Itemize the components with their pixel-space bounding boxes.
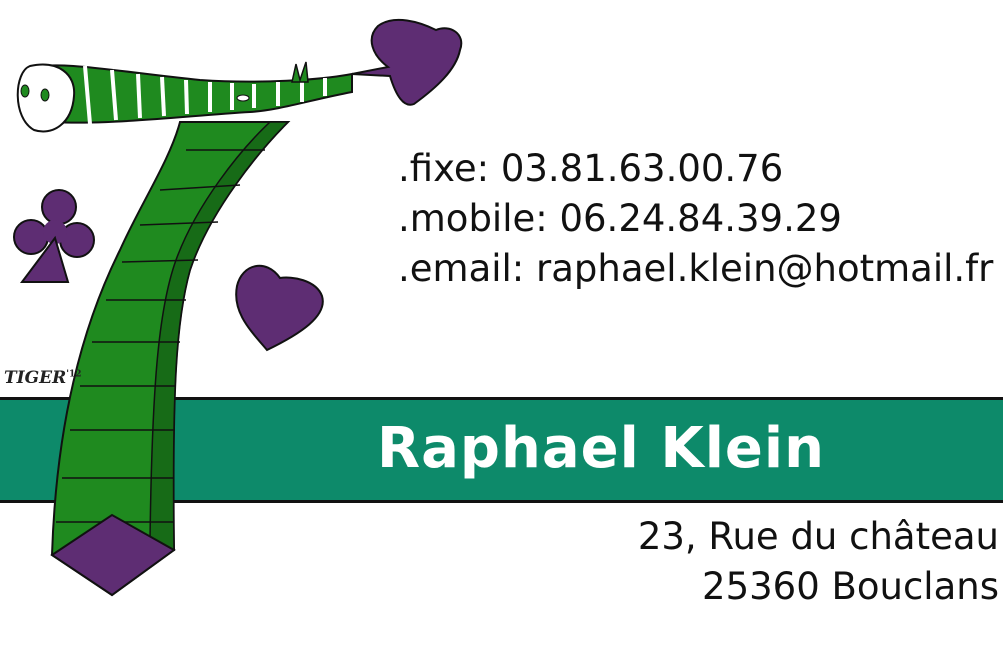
- signature-text: TIGER: [4, 368, 67, 388]
- club-icon: [13, 189, 95, 283]
- spade-icon: [351, 18, 463, 106]
- signature-year: '12: [66, 369, 82, 380]
- person-name: Raphael Klein: [377, 416, 825, 481]
- email: .email: raphael.klein@hotmail.fr: [398, 247, 994, 290]
- phone-fixed: .fixe: 03.81.63.00.76: [398, 147, 784, 190]
- phone-mobile: .mobile: 06.24.84.39.29: [398, 197, 842, 240]
- address-block: 23, Rue du château 25360 Bouclans: [638, 512, 999, 612]
- heart-icon: [235, 264, 324, 352]
- contact-block: .fixe: 03.81.63.00.76 .mobile: 06.24.84.…: [398, 144, 993, 294]
- artist-signature: TIGER'12: [4, 368, 82, 388]
- address-city: 25360 Bouclans: [702, 565, 999, 608]
- business-card: TIGER'12 .fixe: 03.81.63.00.76 .mobile: …: [0, 0, 1003, 650]
- address-street: 23, Rue du château: [637, 515, 999, 558]
